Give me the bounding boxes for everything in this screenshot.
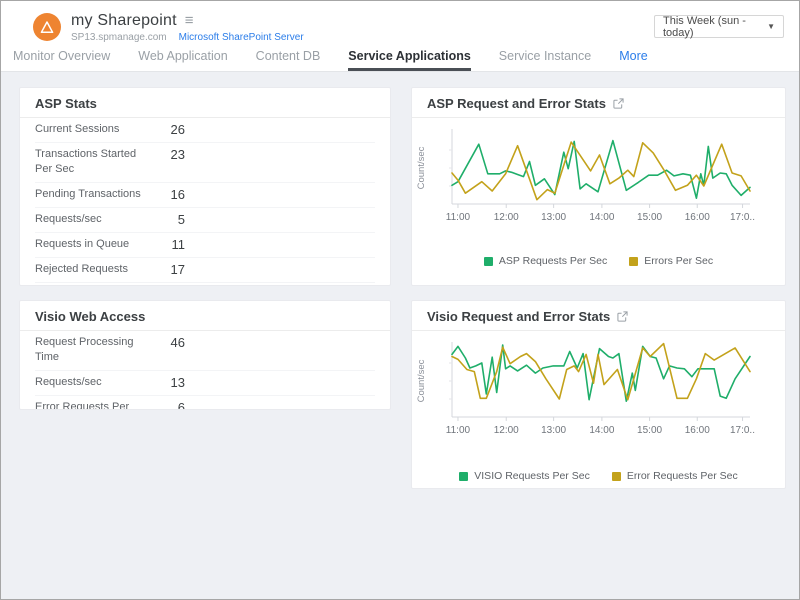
- stat-label: Requests in Queue: [35, 237, 147, 252]
- svg-text:14:00: 14:00: [589, 425, 614, 436]
- chart-legend: VISIO Requests Per Sec Error Requests Pe…: [412, 470, 785, 482]
- svg-text:Count/sec: Count/sec: [416, 146, 427, 189]
- stat-label: Transactions Started Per Sec: [35, 147, 147, 177]
- chart-title: Visio Request and Error Stats: [427, 309, 610, 324]
- stat-label: Request Processing Time: [35, 335, 147, 365]
- svg-text:12:00: 12:00: [494, 212, 519, 223]
- stat-row: Requests in Queue 11: [35, 232, 375, 257]
- line-chart-svg: 11:00 12:00 13:00 14:00 15:00 16:00 17:0.. Coun…: [412, 339, 757, 439]
- monitor-title: my Sharepoint: [71, 12, 177, 30]
- time-range-value: This Week (sun - today): [663, 15, 767, 39]
- legend-label: Error Requests Per Sec: [627, 470, 738, 482]
- stat-label: Requests/sec: [35, 375, 147, 390]
- tab-content-db[interactable]: Content DB: [256, 49, 321, 71]
- svg-text:17:0..: 17:0..: [730, 425, 755, 436]
- stat-label: Requests/sec: [35, 212, 147, 227]
- visio-web-access-panel: Visio Web Access Request Processing Time…: [19, 300, 391, 410]
- asp-line-chart[interactable]: 11:00 12:00 13:00 14:00 15:00 16:00 17:0.. Coun…: [412, 126, 785, 231]
- legend-item[interactable]: VISIO Requests Per Sec: [459, 470, 590, 482]
- svg-text:15:00: 15:00: [637, 425, 662, 436]
- visio-line-chart[interactable]: 11:00 12:00 13:00 14:00 15:00 16:00 17:0.. Coun…: [412, 339, 785, 444]
- stat-row: Transactions Started Per Sec 23: [35, 142, 375, 182]
- monitor-type-link[interactable]: Microsoft SharePoint Server: [179, 32, 304, 43]
- svg-text:Count/sec: Count/sec: [416, 359, 427, 402]
- stat-value: 17: [147, 262, 185, 277]
- stat-value: 11: [147, 237, 185, 252]
- stat-value: 23: [147, 147, 185, 162]
- tab-service-instance[interactable]: Service Instance: [499, 49, 591, 71]
- svg-text:17:0..: 17:0..: [730, 212, 755, 223]
- legend-item[interactable]: Error Requests Per Sec: [612, 470, 738, 482]
- line-chart-svg: 11:00 12:00 13:00 14:00 15:00 16:00 17:0.. Coun…: [412, 126, 757, 226]
- monitor-status-badge: [33, 13, 61, 41]
- left-column: ASP Stats Current Sessions 26 Transactio…: [19, 87, 391, 600]
- legend-item[interactable]: Errors Per Sec: [629, 255, 713, 267]
- stat-label: Pending Transactions: [35, 187, 147, 202]
- svg-text:16:00: 16:00: [685, 212, 710, 223]
- series-swatch-gold: [629, 257, 638, 266]
- stat-row: Pending Transactions 16: [35, 182, 375, 207]
- stat-label: Current Sessions: [35, 122, 147, 137]
- svg-text:11:00: 11:00: [446, 425, 471, 436]
- chart-title: ASP Request and Error Stats: [427, 96, 606, 111]
- asp-chart-panel: ASP Request and Error Stats 11:00 12:00 13…: [411, 87, 786, 286]
- stat-value: 13: [147, 375, 185, 390]
- warning-triangle-icon: [39, 20, 55, 35]
- tab-service-applications[interactable]: Service Applications: [348, 49, 471, 71]
- stat-label: Rejected Requests: [35, 262, 147, 277]
- stat-row: Rejected Requests 17: [35, 257, 375, 282]
- legend-item[interactable]: ASP Requests Per Sec: [484, 255, 607, 267]
- svg-text:13:00: 13:00: [541, 212, 566, 223]
- stat-row: Current Sessions 26: [35, 118, 375, 142]
- chevron-down-icon: ▼: [767, 22, 775, 31]
- svg-text:12:00: 12:00: [494, 425, 519, 436]
- stat-row: Requests/sec 5: [35, 207, 375, 232]
- svg-text:13:00: 13:00: [541, 425, 566, 436]
- visio-chart-panel: Visio Request and Error Stats 11:00 12:00…: [411, 300, 786, 489]
- series-swatch-gold: [612, 472, 621, 481]
- tab-bar: Monitor Overview Web Application Content…: [1, 49, 799, 72]
- stat-value: 16: [147, 187, 185, 202]
- legend-label: VISIO Requests Per Sec: [474, 470, 590, 482]
- stat-label: Error Requests Per Sec: [35, 400, 147, 410]
- monitor-title-block: my Sharepoint ≡ SP13.spmanage.com Micros…: [71, 12, 304, 43]
- svg-text:15:00: 15:00: [637, 212, 662, 223]
- stat-value: 46: [147, 335, 185, 350]
- header: my Sharepoint ≡ SP13.spmanage.com Micros…: [1, 1, 799, 49]
- stat-value: 5: [147, 212, 185, 227]
- svg-text:14:00: 14:00: [589, 212, 614, 223]
- stat-row: Errors Per Sec 3: [35, 282, 375, 286]
- time-range-select[interactable]: This Week (sun - today) ▼: [654, 15, 784, 38]
- dashboard-content: ASP Stats Current Sessions 26 Transactio…: [1, 72, 799, 600]
- chart-legend: ASP Requests Per Sec Errors Per Sec: [412, 255, 785, 267]
- hamburger-icon[interactable]: ≡: [185, 13, 194, 28]
- stat-row: Error Requests Per Sec 6: [35, 395, 375, 410]
- open-in-new-icon[interactable]: [613, 98, 624, 109]
- tab-web-application[interactable]: Web Application: [138, 49, 227, 71]
- series-swatch-green: [484, 257, 493, 266]
- open-in-new-icon[interactable]: [617, 311, 628, 322]
- panel-title: ASP Stats: [35, 96, 97, 111]
- tab-monitor-overview[interactable]: Monitor Overview: [13, 49, 110, 71]
- right-column: ASP Request and Error Stats 11:00 12:00 13…: [411, 87, 786, 600]
- svg-text:11:00: 11:00: [446, 212, 471, 223]
- stat-value: 6: [147, 400, 185, 410]
- monitor-host: SP13.spmanage.com: [71, 32, 167, 43]
- legend-label: ASP Requests Per Sec: [499, 255, 607, 267]
- stat-row: Requests/sec 13: [35, 370, 375, 395]
- svg-text:16:00: 16:00: [685, 425, 710, 436]
- asp-stats-panel: ASP Stats Current Sessions 26 Transactio…: [19, 87, 391, 286]
- panel-title: Visio Web Access: [35, 309, 145, 324]
- tab-more[interactable]: More: [619, 49, 647, 71]
- series-swatch-green: [459, 472, 468, 481]
- legend-label: Errors Per Sec: [644, 255, 713, 267]
- stat-value: 26: [147, 122, 185, 137]
- app-window: my Sharepoint ≡ SP13.spmanage.com Micros…: [0, 0, 800, 600]
- stat-row: Request Processing Time 46: [35, 331, 375, 370]
